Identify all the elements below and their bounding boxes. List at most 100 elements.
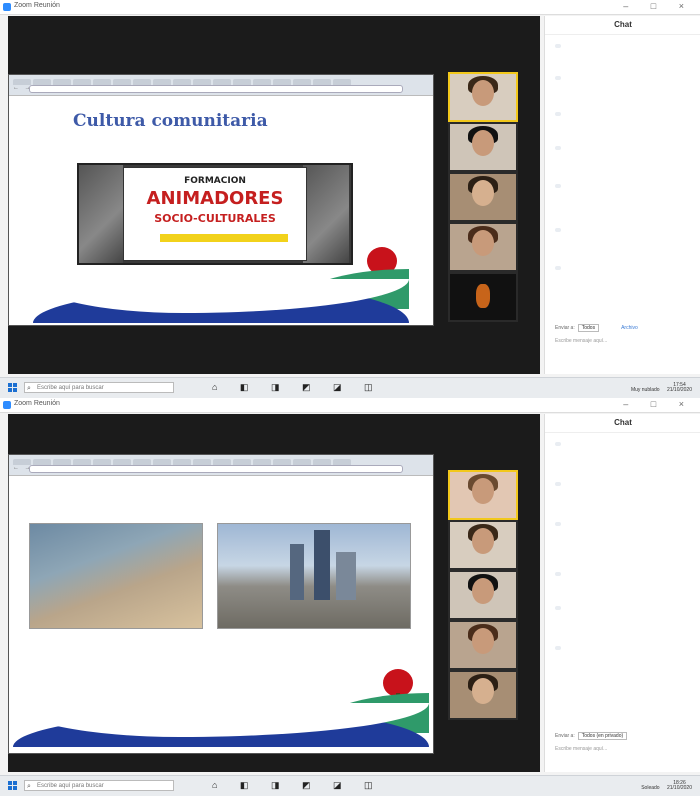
poster-line-2: ANIMADORES — [146, 188, 284, 209]
windows-taskbar: Escribe aquí para buscar ⌂ ◧ ◨ ◩ ◪ ◫ Sol… — [0, 775, 700, 796]
slide-photo-landscape — [29, 523, 203, 629]
chat-input[interactable]: Escribe mensaje aquí... — [555, 338, 607, 344]
participant-tile[interactable] — [448, 620, 518, 670]
banner-photo — [303, 165, 349, 263]
chat-message — [555, 72, 695, 82]
chat-title: Chat — [545, 414, 700, 433]
chat-message — [555, 642, 695, 652]
clock-date: 21/10/2020 — [666, 387, 692, 393]
window-controls[interactable]: – □ × — [623, 1, 694, 11]
browser-tabs — [13, 77, 429, 85]
chat-message — [555, 438, 695, 448]
weather-text: Soleado — [641, 785, 660, 791]
chat-send-to: Enviar a: Todos Archivo — [555, 324, 638, 332]
windows-taskbar: Escribe aquí para buscar ⌂ ◧ ◨ ◩ ◪ ◫ Muy… — [0, 377, 700, 398]
participant-tile[interactable] — [448, 172, 518, 222]
chat-text — [555, 228, 561, 232]
chat-message — [555, 108, 695, 118]
chat-message — [555, 180, 695, 190]
chat-message — [555, 224, 695, 234]
chat-panel: Chat Enviar a: Todos Archivo Escribe men… — [544, 16, 700, 374]
participant-tile[interactable] — [448, 520, 518, 570]
address-bar[interactable] — [29, 465, 403, 473]
shared-screen: ← → ⟳ — [8, 454, 434, 754]
chat-send-to: Enviar a: Todos (en privado) — [555, 732, 628, 740]
weather-text: Muy nublado — [630, 387, 660, 393]
chat-text — [555, 146, 561, 150]
windows-start-icon[interactable] — [8, 781, 17, 790]
city-building — [336, 552, 356, 600]
participant-tile[interactable] — [448, 570, 518, 620]
chat-text — [555, 266, 561, 270]
browser-chrome: ← → ⟳ — [9, 75, 433, 96]
participant-tile[interactable] — [448, 272, 518, 322]
chat-text — [555, 572, 561, 576]
window-controls[interactable]: – □ × — [623, 399, 694, 409]
chat-text — [555, 76, 561, 80]
taskbar-apps[interactable]: ⌂ ◧ ◨ ◩ ◪ ◫ — [212, 382, 382, 393]
taskbar-search[interactable]: Escribe aquí para buscar — [24, 382, 174, 394]
chat-message — [555, 142, 695, 152]
chat-text — [555, 44, 561, 48]
participant-tile[interactable] — [448, 670, 518, 720]
presentation-slide: Cultura comunitaria FORMACION ANIMADORES… — [33, 97, 409, 323]
window-title: Zoom Reunión — [14, 400, 60, 407]
chat-message — [555, 518, 695, 528]
video-stage: ← → ⟳ Cultura comunitaria FORMACION ANIM… — [8, 16, 540, 374]
zoom-screenshot-2: Zoom Reunión – □ × ← → ⟳ — [0, 398, 700, 796]
poster-line-3: SOCIO-CULTURALES — [154, 212, 276, 225]
file-button[interactable]: Archivo — [621, 325, 638, 331]
chat-message — [555, 40, 695, 50]
chat-text — [555, 646, 561, 650]
poster-line-1: FORMACION — [184, 176, 246, 186]
zoom-app-icon — [3, 3, 11, 11]
system-tray: Soleado 18:26 21/10/2020 — [641, 781, 692, 792]
taskbar-search[interactable]: Escribe aquí para buscar — [24, 780, 174, 792]
browser-chrome: ← → ⟳ — [9, 455, 433, 476]
slide-banner-image: FORMACION ANIMADORES SOCIO-CULTURALES — [77, 163, 353, 265]
chat-text — [555, 522, 561, 526]
chat-text — [555, 184, 561, 188]
chat-text — [555, 482, 561, 486]
chat-message — [555, 262, 695, 272]
participant-tile[interactable] — [448, 470, 518, 520]
participant-tile[interactable] — [448, 72, 518, 122]
shared-screen: ← → ⟳ Cultura comunitaria FORMACION ANIM… — [8, 74, 434, 326]
send-to-label: Enviar a: — [555, 325, 575, 331]
slide-title: Cultura comunitaria — [73, 111, 268, 131]
chat-message — [555, 568, 695, 578]
poster: FORMACION ANIMADORES SOCIO-CULTURALES — [123, 167, 307, 261]
participant-placeholder — [476, 284, 490, 308]
windows-start-icon[interactable] — [8, 383, 17, 392]
presentation-slide — [13, 501, 429, 747]
chat-text — [555, 112, 561, 116]
video-stage: ← → ⟳ — [8, 414, 540, 772]
clock[interactable]: 17:54 21/10/2020 — [667, 383, 692, 393]
chat-title: Chat — [545, 16, 700, 35]
send-to-label: Enviar a: — [555, 733, 575, 739]
banner-photo — [79, 165, 123, 263]
system-tray: Muy nublado 17:54 21/10/2020 — [630, 383, 692, 394]
clock[interactable]: 18:26 21/10/2020 — [667, 781, 692, 791]
poster-strip — [160, 234, 288, 242]
window-titlebar: Zoom Reunión – □ × — [0, 398, 700, 413]
city-tower — [314, 530, 330, 600]
clock-date: 21/10/2020 — [666, 785, 692, 791]
taskbar-apps[interactable]: ⌂ ◧ ◨ ◩ ◪ ◫ — [212, 780, 382, 791]
city-building — [290, 544, 304, 600]
zoom-screenshot-1: Zoom Reunión – □ × ← → ⟳ Cultura comunit… — [0, 0, 700, 398]
participant-tile[interactable] — [448, 222, 518, 272]
window-titlebar: Zoom Reunión – □ × — [0, 0, 700, 15]
chat-text — [555, 606, 561, 610]
participant-tile[interactable] — [448, 122, 518, 172]
browser-tabs — [13, 457, 429, 465]
chat-message — [555, 602, 695, 612]
address-bar[interactable] — [29, 85, 403, 93]
chat-message — [555, 478, 695, 488]
send-to-dropdown[interactable]: Todos (en privado) — [577, 732, 628, 740]
send-to-dropdown[interactable]: Todos — [577, 324, 600, 332]
chat-text — [555, 442, 561, 446]
chat-input[interactable]: Escribe mensaje aquí... — [555, 746, 607, 752]
chat-panel: Chat Enviar a: Todos (en privado) Escrib… — [544, 414, 700, 772]
slide-photo-city — [217, 523, 411, 629]
